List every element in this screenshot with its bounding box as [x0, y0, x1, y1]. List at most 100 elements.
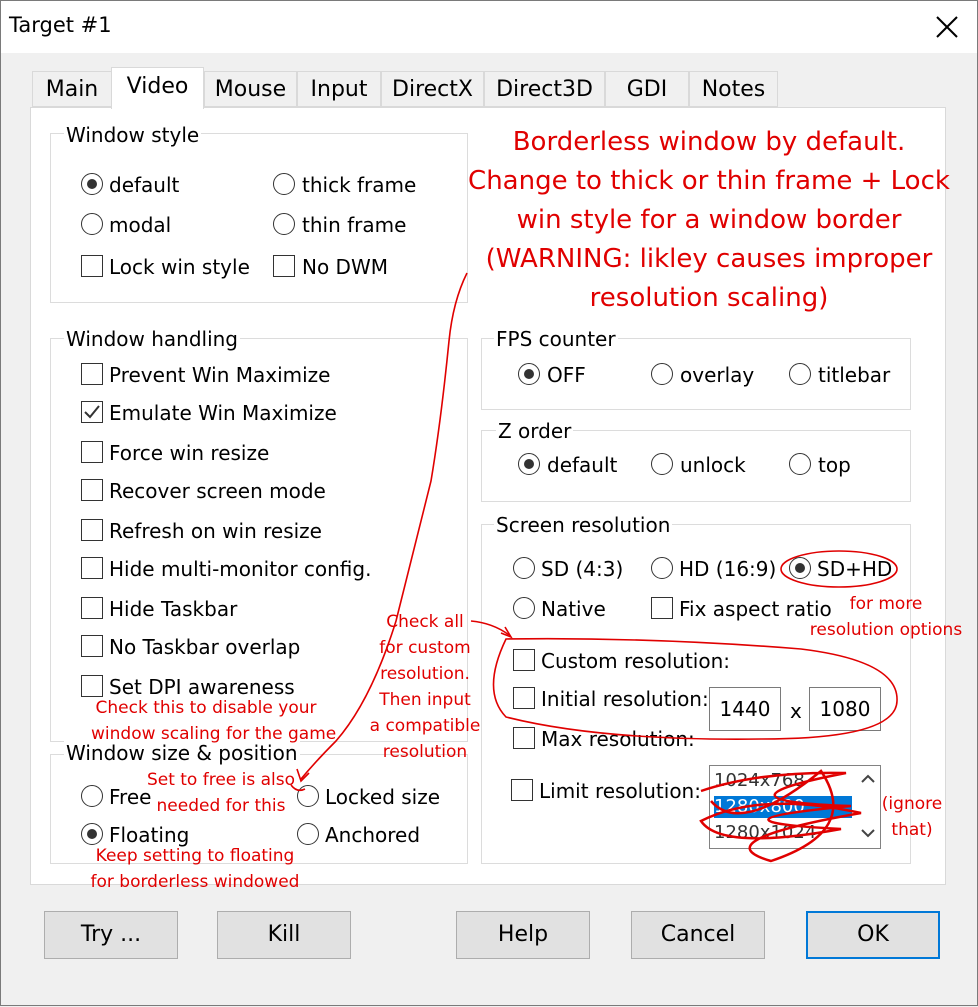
- window-style-default-radio[interactable]: [81, 173, 103, 195]
- tab-mouse[interactable]: Mouse: [204, 71, 297, 107]
- dpi-note-line: window scaling for the game: [91, 724, 337, 744]
- lock-win-style-label: Lock win style: [109, 255, 250, 279]
- tab-input[interactable]: Input: [297, 71, 381, 107]
- limit-resolution-label: Limit resolution:: [539, 779, 701, 803]
- z-default-radio[interactable]: [518, 453, 540, 475]
- lock-win-style-checkbox[interactable]: [81, 255, 103, 277]
- fps-overlay-label: overlay: [680, 363, 755, 387]
- ok-button[interactable]: OK: [806, 911, 940, 959]
- list-item-selected[interactable]: 1280x800: [714, 796, 852, 818]
- dpi-note-line: Check this to disable your: [95, 698, 317, 718]
- free-needed-note: Set to free is also needed for this: [141, 767, 301, 819]
- custom-resolution-checkbox[interactable]: [513, 649, 535, 671]
- z-unlock-label: unlock: [680, 453, 746, 477]
- initial-width-input[interactable]: 1440: [709, 687, 781, 731]
- title-bar: Target #1: [1, 1, 977, 53]
- no-taskbar-overlap-label: No Taskbar overlap: [109, 635, 301, 659]
- check-all-note-line: Check all: [386, 612, 464, 632]
- limit-resolution-checkbox[interactable]: [511, 779, 533, 801]
- window-style-thick-frame-radio[interactable]: [273, 173, 295, 195]
- res-sdhd-label: SD+HD: [817, 557, 893, 581]
- emulate-win-maximize-checkbox[interactable]: [81, 401, 103, 423]
- check-all-note-line: a compatible: [369, 716, 481, 736]
- hide-taskbar-label: Hide Taskbar: [109, 597, 238, 621]
- z-order-label: Z order: [496, 419, 574, 443]
- prevent-win-maximize-label: Prevent Win Maximize: [109, 363, 331, 387]
- borderless-note-line: Change to thick or thin frame + Lock: [468, 166, 950, 196]
- prevent-win-maximize-checkbox[interactable]: [81, 363, 103, 385]
- z-default-label: default: [547, 453, 618, 477]
- no-dwm-checkbox[interactable]: [273, 255, 295, 277]
- list-item[interactable]: 1280x1024: [714, 822, 852, 844]
- fix-aspect-ratio-checkbox[interactable]: [651, 597, 673, 619]
- window-style-thin-frame-label: thin frame: [302, 213, 407, 237]
- anchored-label: Anchored: [325, 823, 421, 847]
- force-win-resize-label: Force win resize: [109, 441, 270, 465]
- spinner-arrows-icon[interactable]: [858, 768, 878, 848]
- window-style-label: Window style: [64, 123, 202, 147]
- res-sdhd-radio[interactable]: [789, 557, 811, 579]
- initial-height-input[interactable]: 1080: [809, 687, 881, 731]
- refresh-on-win-resize-checkbox[interactable]: [81, 519, 103, 541]
- z-top-label: top: [818, 453, 851, 477]
- hide-multi-monitor-label: Hide multi-monitor config.: [109, 557, 372, 581]
- res-hd-label: HD (16:9): [679, 557, 777, 581]
- max-resolution-checkbox[interactable]: [513, 727, 535, 749]
- limit-resolution-listbox[interactable]: 1024x768 1280x800 1280x1024: [709, 765, 881, 849]
- more-res-note-line: for more: [849, 594, 923, 614]
- window-style-modal-label: modal: [109, 213, 172, 237]
- ignore-note-line: (ignore: [881, 794, 943, 814]
- resolution-x-label: x: [790, 699, 802, 723]
- borderless-note-line: Borderless window by default.: [512, 127, 906, 157]
- tab-video[interactable]: Video: [111, 67, 204, 109]
- anchored-radio[interactable]: [297, 823, 319, 845]
- try-button[interactable]: Try ...: [44, 911, 178, 959]
- refresh-on-win-resize-label: Refresh on win resize: [109, 519, 322, 543]
- window-handling-label: Window handling: [64, 327, 241, 351]
- z-top-radio[interactable]: [789, 453, 811, 475]
- free-radio[interactable]: [81, 785, 103, 807]
- res-sd-radio[interactable]: [513, 557, 535, 579]
- borderless-note-line: resolution scaling): [589, 283, 829, 313]
- hide-taskbar-checkbox[interactable]: [81, 597, 103, 619]
- initial-resolution-checkbox[interactable]: [513, 687, 535, 709]
- ignore-note: (ignore that): [879, 791, 945, 843]
- res-hd-radio[interactable]: [651, 557, 673, 579]
- fps-off-radio[interactable]: [518, 363, 540, 385]
- fps-off-label: OFF: [547, 363, 586, 387]
- z-unlock-radio[interactable]: [651, 453, 673, 475]
- window-style-default-label: default: [109, 173, 180, 197]
- tab-gdi[interactable]: GDI: [605, 71, 689, 107]
- help-button[interactable]: Help: [456, 911, 590, 959]
- fps-overlay-radio[interactable]: [651, 363, 673, 385]
- hide-multi-monitor-checkbox[interactable]: [81, 557, 103, 579]
- kill-button[interactable]: Kill: [217, 911, 351, 959]
- tab-notes[interactable]: Notes: [689, 71, 778, 107]
- check-all-note-line: resolution.: [380, 664, 470, 684]
- no-taskbar-overlap-checkbox[interactable]: [81, 635, 103, 657]
- max-resolution-label: Max resolution:: [541, 727, 695, 751]
- recover-screen-mode-checkbox[interactable]: [81, 479, 103, 501]
- window-style-modal-radio[interactable]: [81, 213, 103, 235]
- tab-main[interactable]: Main: [32, 71, 112, 107]
- res-native-radio[interactable]: [513, 597, 535, 619]
- close-button[interactable]: [929, 9, 965, 45]
- floating-radio[interactable]: [81, 823, 103, 845]
- floating-note-line: for borderless windowed: [90, 872, 300, 892]
- cancel-button[interactable]: Cancel: [631, 911, 765, 959]
- tab-directx[interactable]: DirectX: [381, 71, 484, 107]
- tab-direct3d[interactable]: Direct3D: [484, 71, 605, 107]
- check-all-note: Check all for custom resolution. Then in…: [361, 609, 489, 765]
- more-res-note-line: resolution options: [809, 620, 963, 640]
- checkmark-icon: [84, 405, 100, 419]
- window-style-thin-frame-radio[interactable]: [273, 213, 295, 235]
- initial-resolution-label: Initial resolution:: [541, 687, 709, 711]
- set-dpi-awareness-checkbox[interactable]: [81, 675, 103, 697]
- list-item[interactable]: 1024x768: [714, 770, 852, 792]
- emulate-win-maximize-label: Emulate Win Maximize: [109, 401, 337, 425]
- check-all-note-line: for custom: [379, 638, 471, 658]
- free-needed-note-line: Set to free is also: [146, 770, 296, 790]
- fps-titlebar-radio[interactable]: [789, 363, 811, 385]
- dpi-note: Check this to disable your window scalin…: [91, 695, 337, 747]
- force-win-resize-checkbox[interactable]: [81, 441, 103, 463]
